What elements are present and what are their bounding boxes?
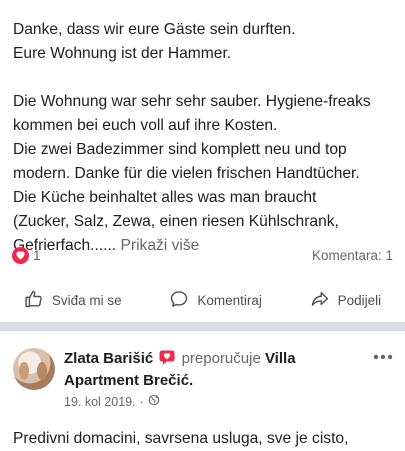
review-line: kommen bei euch voll auf ihre Kosten. — [13, 117, 278, 134]
reactions-bar: 1 Komentara: 1 — [12, 244, 393, 266]
heart-icon — [12, 246, 29, 264]
review-paragraph-2: Die Wohnung war sehr sehr sauber. Hygien… — [13, 90, 398, 258]
review-meta: 19. kol 2019. · — [64, 394, 160, 409]
avatar[interactable] — [13, 348, 55, 390]
reaction-summary[interactable]: 1 — [12, 246, 41, 264]
author-name-link[interactable]: Zlata Barišić — [64, 350, 153, 367]
review-line: Die zwei Badezimmer sind komplett neu un… — [13, 141, 347, 158]
review-line: modern. Danke für die vielen frischen Ha… — [13, 165, 360, 182]
more-dots-icon — [373, 347, 393, 365]
globe-icon — [148, 394, 160, 409]
review-line: (Zucker, Salz, Zewa, einen riesen Kühlsc… — [13, 213, 339, 230]
comment-bubble-icon — [169, 289, 189, 312]
review-line: Danke, dass wir eure Gäste sein durften. — [13, 21, 296, 38]
review-text-partial: Predivni domacini, savrsena usluga, sve … — [13, 430, 349, 447]
review-line: Die Küche beinhaltet alles was man brauc… — [13, 189, 317, 206]
post-actions: Sviđa mi se Komentiraj Podijeli — [0, 282, 405, 318]
reaction-count: 1 — [33, 247, 41, 263]
review-line: Eure Wohnung ist der Hammer. — [13, 45, 232, 62]
like-button[interactable]: Sviđa mi se — [24, 289, 122, 312]
recommend-icon — [159, 350, 175, 371]
review-line: Die Wohnung war sehr sehr sauber. Hygien… — [13, 93, 371, 110]
share-label: Podijeli — [337, 292, 382, 308]
like-label: Sviđa mi se — [51, 292, 122, 308]
post-separator — [0, 322, 405, 331]
comment-button[interactable]: Komentiraj — [169, 289, 262, 312]
share-arrow-icon — [310, 289, 330, 312]
share-button[interactable]: Podijeli — [310, 289, 382, 312]
review-header: Zlata Barišić preporučuje Villa Apartmen… — [13, 346, 398, 416]
comment-count-link[interactable]: Komentara: 1 — [312, 248, 393, 263]
recommends-text: preporučuje — [181, 350, 261, 367]
review-text: Danke, dass wir eure Gäste sein durften.… — [13, 18, 398, 258]
comment-label: Komentiraj — [197, 292, 262, 308]
thumbs-up-icon — [24, 289, 44, 312]
review-paragraph-1: Danke, dass wir eure Gäste sein durften.… — [13, 18, 398, 66]
more-options-button[interactable] — [368, 346, 398, 366]
review-date[interactable]: 19. kol 2019. — [64, 395, 136, 409]
meta-separator: · — [139, 394, 144, 409]
review-title: Zlata Barišić preporučuje Villa Apartmen… — [64, 349, 369, 391]
